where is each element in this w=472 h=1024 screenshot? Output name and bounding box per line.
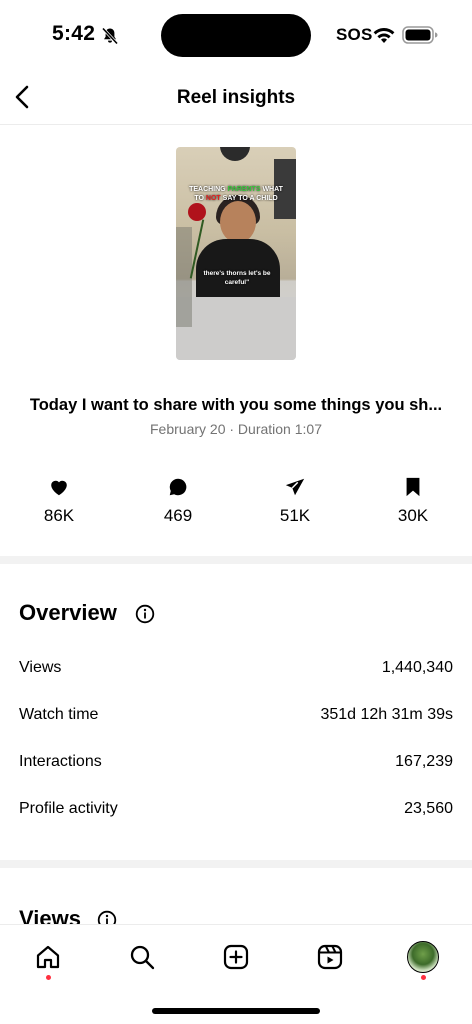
- metric-label: Profile activity: [19, 800, 118, 817]
- comment-icon: [169, 478, 187, 496]
- thumbnail-clock: [220, 147, 250, 161]
- metric-label: Watch time: [19, 706, 99, 723]
- thumbnail-caption: TEACHING PARENTS WHAT TO NOT SAY TO A CH…: [189, 186, 283, 202]
- tab-create[interactable]: [216, 937, 256, 977]
- profile-notification-dot: [421, 975, 426, 980]
- stat-saves: 30K: [373, 476, 453, 526]
- reel-thumbnail[interactable]: TEACHING PARENTS WHAT TO NOT SAY TO A CH…: [176, 147, 296, 360]
- comments-count: 469: [163, 506, 193, 525]
- metric-value: 1,440,340: [381, 659, 453, 676]
- tab-reels[interactable]: [310, 937, 350, 977]
- metric-profile-activity[interactable]: Profile activity 23,560: [19, 800, 453, 824]
- battery-icon: [402, 26, 438, 44]
- status-time: 5:42: [52, 22, 96, 45]
- stat-comments: 469: [138, 476, 218, 526]
- bell-slash-icon: [101, 27, 119, 45]
- reel-meta: February 20 · Duration 1:07: [150, 421, 322, 437]
- reel-title: Today I want to share with you some thin…: [29, 396, 443, 414]
- likes-count: 86K: [43, 506, 75, 525]
- metric-views[interactable]: Views 1,440,340: [19, 659, 453, 683]
- metric-watch-time[interactable]: Watch time 351d 12h 31m 39s: [19, 706, 453, 730]
- header: Reel insights: [0, 70, 472, 125]
- profile-avatar: [407, 941, 439, 973]
- saves-count: 30K: [397, 506, 429, 525]
- metric-value: 351d 12h 31m 39s: [320, 706, 453, 723]
- dynamic-island: [161, 14, 311, 57]
- home-indicator: [152, 1008, 320, 1014]
- shares-count: 51K: [279, 506, 311, 525]
- thumbnail-subtitle: there's thorns let's be careful": [203, 270, 271, 286]
- page-title: Reel insights: [176, 87, 296, 108]
- search-icon: [130, 945, 155, 970]
- metric-label: Views: [19, 659, 62, 676]
- create-icon: [223, 944, 249, 970]
- tab-home[interactable]: [28, 937, 68, 977]
- engagement-stats: 86K 469 51K 30K: [0, 476, 472, 532]
- stat-shares: 51K: [255, 476, 335, 526]
- overview-heading: Overview: [19, 600, 117, 625]
- share-icon: [285, 478, 305, 496]
- tab-profile[interactable]: [403, 937, 443, 977]
- reels-icon: [317, 944, 343, 970]
- sos-label: SOS: [336, 25, 373, 44]
- section-divider: [0, 860, 472, 868]
- metric-interactions[interactable]: Interactions 167,239: [19, 753, 453, 777]
- info-icon[interactable]: [135, 604, 155, 624]
- home-icon: [36, 945, 60, 969]
- bookmark-icon: [406, 477, 420, 497]
- wifi-icon: [373, 28, 395, 43]
- metric-value: 23,560: [404, 800, 453, 817]
- metric-value: 167,239: [395, 753, 453, 770]
- section-divider: [0, 556, 472, 564]
- status-bar: 5:42 SOS: [0, 0, 472, 70]
- stat-likes: 86K: [19, 476, 99, 526]
- home-notification-dot: [46, 975, 51, 980]
- tab-search[interactable]: [122, 937, 162, 977]
- metric-label: Interactions: [19, 753, 102, 770]
- heart-icon: [51, 480, 67, 496]
